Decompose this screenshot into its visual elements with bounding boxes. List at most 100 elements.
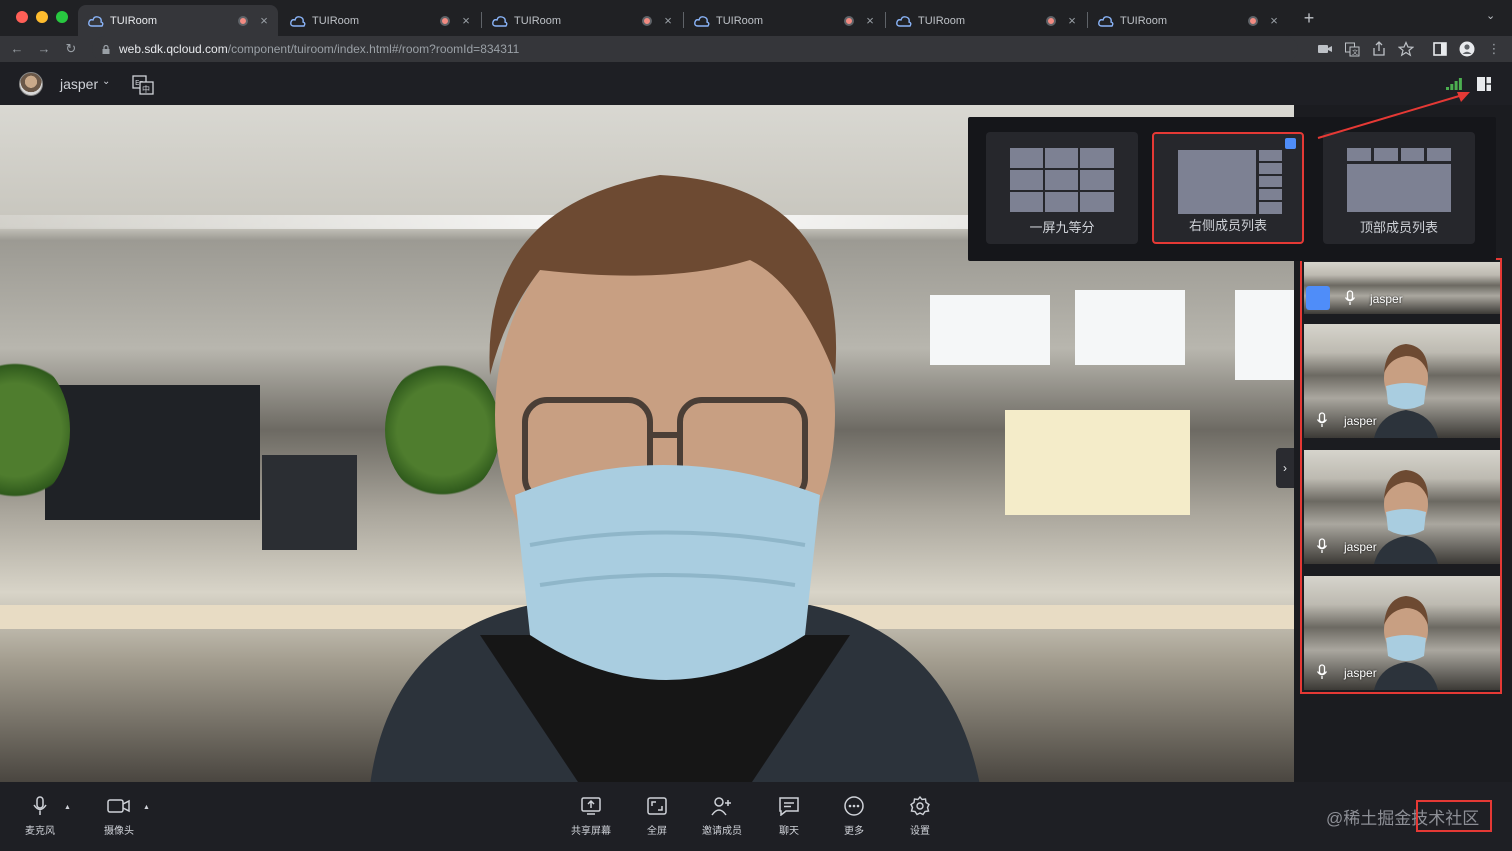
svg-text:文: 文 (1352, 49, 1358, 57)
browser-tab[interactable]: TUIRoom × (78, 5, 278, 36)
right-list-layout-icon (1178, 150, 1282, 214)
microphone-label: 麦克风 (25, 826, 55, 837)
browser-tab[interactable]: TUIRoom × (482, 5, 682, 36)
tab-search-chevron-icon[interactable]: ⌄ (1486, 9, 1495, 22)
tab-separator (1087, 12, 1088, 28)
layout-option-right-list[interactable]: 右侧成员列表 (1152, 132, 1304, 244)
video-bright-monitor (1005, 410, 1190, 515)
recording-indicator-icon (642, 15, 652, 26)
camera-label: 摄像头 (104, 826, 134, 837)
browser-tab[interactable]: TUIRoom × (684, 5, 884, 36)
gear-icon (910, 796, 930, 816)
video-dark-monitor (45, 385, 260, 520)
share-icon[interactable] (1371, 41, 1387, 57)
browser-tab[interactable]: TUIRoom × (1088, 5, 1288, 36)
tab-favicon-cloud-icon (88, 15, 104, 27)
more-icon (844, 796, 864, 816)
share-screen-label: 共享屏幕 (571, 826, 611, 837)
tab-close-icon[interactable]: × (662, 13, 674, 28)
microphone-icon (1344, 290, 1356, 305)
tab-separator (481, 12, 482, 28)
video-participant-figure (370, 175, 980, 782)
window-minimize-button[interactable] (36, 11, 48, 23)
tab-separator (683, 12, 684, 28)
forward-arrow-icon[interactable]: → (35, 40, 53, 58)
tab-close-icon[interactable]: × (864, 13, 876, 28)
member-video-figure (1374, 344, 1438, 438)
chevron-down-icon[interactable]: ⌄ (102, 76, 110, 87)
window-zoom-button[interactable] (56, 11, 68, 23)
browser-toolbar: ← → ↻ web.sdk.qcloud.com/component/tuiro… (0, 36, 1512, 62)
settings-button[interactable]: 设置 (890, 796, 950, 842)
tab-title: TUIRoom (312, 14, 360, 27)
tab-favicon-cloud-icon (896, 15, 912, 27)
username[interactable]: jasper (60, 76, 98, 92)
new-tab-button[interactable]: + (1298, 7, 1320, 29)
share-screen-button[interactable]: 共享屏幕 (561, 796, 621, 842)
tab-favicon-cloud-icon (694, 15, 710, 27)
side-panel-icon[interactable] (1432, 41, 1448, 57)
camera-in-use-icon[interactable] (1317, 41, 1333, 57)
avatar[interactable] (19, 72, 43, 96)
nine-grid-layout-icon (1010, 148, 1114, 212)
lock-icon (102, 44, 110, 54)
chat-button[interactable]: 聊天 (759, 796, 819, 842)
browser-tab[interactable]: TUIRoom × (886, 5, 1086, 36)
browser-tab[interactable]: TUIRoom × (280, 5, 480, 36)
member-tile[interactable]: jasper (1304, 262, 1500, 314)
url-path: /component/tuiroom/index.html#/room?room… (227, 42, 520, 56)
layout-option-label: 一屏九等分 (1029, 220, 1095, 235)
camera-button[interactable]: 摄像头 (89, 796, 149, 842)
microphone-options-caret-icon[interactable]: ▲ (64, 804, 71, 811)
video-office-window (1075, 290, 1185, 365)
tab-close-icon[interactable]: × (460, 13, 472, 28)
chat-icon (779, 797, 799, 816)
layout-option-label: 右侧成员列表 (1188, 218, 1267, 233)
member-name: jasper (1344, 414, 1377, 428)
invite-members-button[interactable]: 邀请成员 (692, 796, 752, 842)
recording-indicator-icon (440, 15, 450, 26)
layout-option-top-list[interactable]: 顶部成员列表 (1323, 132, 1475, 244)
microphone-button[interactable]: 麦克风 (10, 796, 70, 842)
tab-close-icon[interactable]: × (1268, 13, 1280, 28)
layout-option-nine-grid[interactable]: 一屏九等分 (986, 132, 1138, 244)
invite-members-label: 邀请成员 (702, 826, 742, 837)
camera-options-caret-icon[interactable]: ▲ (143, 804, 150, 811)
room-control-toolbar: 麦克风 ▲ 摄像头 ▲ 共享屏幕 全屏 邀请成员 聊天 更多 设置 @稀土掘金技… (0, 782, 1512, 851)
recording-indicator-icon (1046, 15, 1056, 26)
microphone-icon (1316, 538, 1328, 553)
tab-close-icon[interactable]: × (258, 13, 270, 28)
tab-title: TUIRoom (514, 14, 562, 27)
member-name: jasper (1370, 292, 1403, 306)
bookmark-star-icon[interactable] (1398, 41, 1414, 57)
address-bar[interactable]: web.sdk.qcloud.com/component/tuiroom/ind… (92, 36, 1298, 62)
browser-tab-strip: TUIRoom × TUIRoom × TUIRoom × TUIRoom × … (0, 0, 1512, 36)
room-header: jasper ⌄ En 中 (0, 62, 1512, 105)
browser-menu-icon[interactable]: ⋮ (1485, 40, 1503, 58)
fullscreen-button[interactable]: 全屏 (627, 796, 687, 842)
share-screen-icon (581, 797, 601, 815)
microphone-icon (33, 796, 47, 815)
more-button[interactable]: 更多 (824, 796, 884, 842)
fullscreen-label: 全屏 (647, 826, 667, 837)
member-tile[interactable]: jasper (1304, 324, 1500, 438)
tab-title: TUIRoom (1120, 14, 1168, 27)
window-close-button[interactable] (16, 11, 28, 23)
tab-title: TUIRoom (918, 14, 966, 27)
tab-close-icon[interactable]: × (1066, 13, 1078, 28)
recording-indicator-icon (844, 15, 854, 26)
tab-title: TUIRoom (110, 14, 158, 27)
recording-indicator-icon (1248, 15, 1258, 26)
member-tile[interactable]: jasper (1304, 450, 1500, 564)
member-list-collapse-button[interactable]: › (1276, 448, 1294, 488)
member-tile[interactable]: jasper (1304, 576, 1500, 690)
fullscreen-icon (647, 797, 667, 815)
back-arrow-icon[interactable]: ← (8, 40, 26, 58)
reload-icon[interactable]: ↻ (62, 40, 80, 58)
translate-icon[interactable]: 文 (1344, 41, 1360, 57)
camera-icon (107, 799, 130, 813)
language-switch-icon[interactable]: En 中 (132, 75, 154, 95)
top-list-layout-icon (1347, 148, 1451, 212)
profile-icon[interactable] (1459, 41, 1475, 57)
tab-separator (885, 12, 886, 28)
